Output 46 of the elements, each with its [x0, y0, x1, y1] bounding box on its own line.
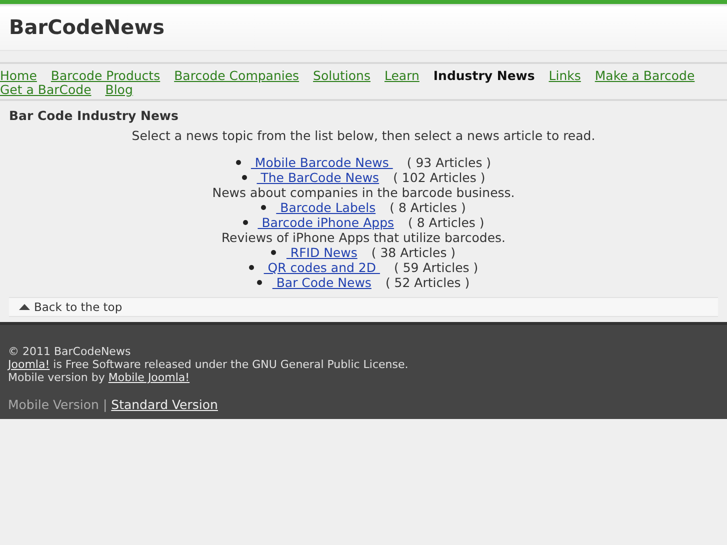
- license-text: Joomla! is Free Software released under the GNU General Public License.: [8, 358, 410, 371]
- bullet-icon: [261, 205, 266, 210]
- topic-description: Reviews of iPhone Apps that utilize barcodes.: [220, 230, 507, 245]
- nav-link[interactable]: Learn: [384, 68, 420, 83]
- current-version-label: Mobile Version: [8, 397, 99, 412]
- bullet-icon: [236, 160, 241, 165]
- topic-link[interactable]: The BarCode News: [256, 170, 380, 185]
- topic-link[interactable]: Mobile Barcode News: [250, 155, 393, 170]
- nav-link[interactable]: Industry News: [433, 68, 535, 83]
- bullet-icon: [271, 250, 276, 255]
- nav-link[interactable]: Make a Barcode: [594, 68, 695, 83]
- topic-description: News about companies in the barcode business.: [211, 185, 516, 200]
- joomla-link[interactable]: Joomla!: [8, 358, 50, 371]
- bullet-icon: [248, 265, 254, 270]
- topic-link[interactable]: Barcode Labels: [276, 200, 376, 215]
- nav-link[interactable]: Barcode Products: [50, 68, 160, 83]
- copyright-text: © 2011 BarCodeNews: [8, 345, 132, 358]
- topic-link[interactable]: QR codes and 2D: [264, 260, 380, 275]
- bullet-icon: [242, 175, 247, 180]
- nav-link[interactable]: Links: [548, 68, 581, 83]
- topic-link[interactable]: Bar Code News: [272, 275, 372, 290]
- article-count: ( 102 Articles ): [393, 170, 486, 185]
- bullet-icon: [257, 280, 262, 285]
- credit-text: Mobile version by Mobile Joomla!: [8, 371, 191, 384]
- nav-link[interactable]: Get a BarCode: [0, 82, 92, 97]
- topic-link[interactable]: Barcode iPhone Apps: [258, 215, 394, 230]
- mobile-joomla-link[interactable]: Mobile Joomla!: [108, 371, 190, 384]
- article-count: ( 8 Articles ): [408, 215, 484, 230]
- intro-text: Select a news topic from the list below, then select a news article to read.: [130, 128, 596, 143]
- site-title: BarCodeNews: [9, 15, 165, 39]
- back-to-top-link[interactable]: Back to the top: [9, 297, 718, 317]
- section-heading: Bar Code Industry News: [9, 108, 180, 123]
- standard-version-link[interactable]: Standard Version: [111, 397, 218, 412]
- separator: |: [102, 397, 108, 412]
- topic-link[interactable]: RFID News: [286, 245, 358, 260]
- article-count: ( 93 Articles ): [406, 155, 492, 170]
- bullet-icon: [242, 220, 248, 225]
- nav-link[interactable]: Blog: [105, 82, 133, 97]
- nav-link[interactable]: Home: [0, 68, 37, 83]
- article-count: ( 8 Articles ): [390, 200, 466, 215]
- nav-link[interactable]: Solutions: [313, 68, 370, 83]
- article-count: ( 52 Articles ): [385, 275, 470, 290]
- nav-link[interactable]: Barcode Companies: [174, 68, 300, 83]
- article-count: ( 59 Articles ): [394, 260, 478, 275]
- up-triangle-icon: [19, 304, 30, 310]
- article-count: ( 38 Articles ): [371, 245, 456, 260]
